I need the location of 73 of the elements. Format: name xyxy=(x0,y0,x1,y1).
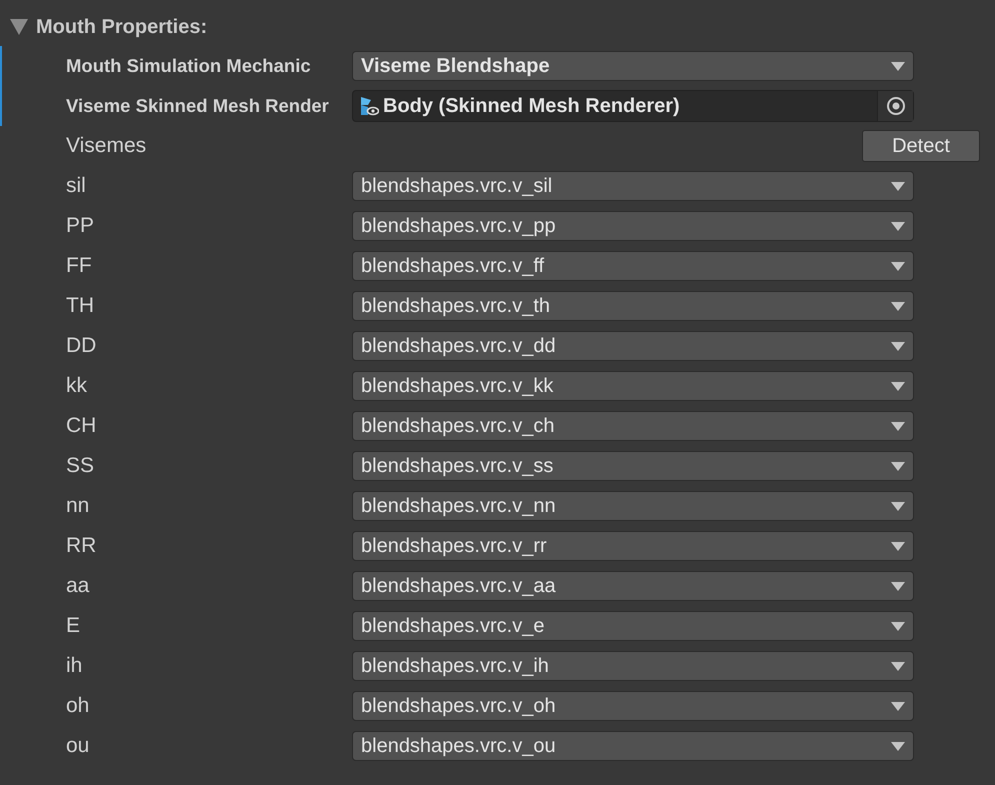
dropdown-value: blendshapes.vrc.v_kk xyxy=(361,374,554,399)
caret-icon xyxy=(891,262,905,270)
dropdown[interactable]: blendshapes.vrc.v_ch xyxy=(352,411,914,441)
dropdown[interactable]: blendshapes.vrc.v_oh xyxy=(352,691,914,721)
caret-icon xyxy=(891,622,905,630)
dropdown-value: Viseme Blendshape xyxy=(361,54,550,79)
dropdown-value: blendshapes.vrc.v_pp xyxy=(361,214,556,239)
caret-icon xyxy=(891,342,905,350)
dropdown-value: blendshapes.vrc.v_ff xyxy=(361,254,544,279)
dropdown[interactable]: blendshapes.vrc.v_ff xyxy=(352,251,914,281)
dropdown-value: blendshapes.vrc.v_nn xyxy=(361,494,556,519)
dropdown-value: blendshapes.vrc.v_dd xyxy=(361,334,556,359)
dropdown-value: blendshapes.vrc.v_ou xyxy=(361,734,556,759)
dropdown[interactable]: blendshapes.vrc.v_nn xyxy=(352,491,914,521)
caret-icon xyxy=(891,62,905,70)
object-value: Body (Skinned Mesh Renderer) xyxy=(383,94,680,119)
dropdown[interactable]: blendshapes.vrc.v_ou xyxy=(352,731,914,761)
viseme-label: ou xyxy=(65,733,90,760)
dropdown[interactable]: blendshapes.vrc.v_dd xyxy=(352,331,914,361)
dropdown-value: blendshapes.vrc.v_ss xyxy=(361,454,554,479)
section-title: Mouth Properties: xyxy=(36,15,208,40)
object-picker-icon[interactable] xyxy=(886,96,906,116)
caret-icon xyxy=(891,662,905,670)
dropdown[interactable]: blendshapes.vrc.v_sil xyxy=(352,171,914,201)
caret-icon xyxy=(891,222,905,230)
dropdown[interactable]: blendshapes.vrc.v_th xyxy=(352,291,914,321)
viseme-label: kk xyxy=(65,373,88,400)
viseme-label: CH xyxy=(65,413,98,440)
viseme-label: E xyxy=(65,613,82,640)
detect-button[interactable]: Detect xyxy=(862,130,980,162)
viseme-label: oh xyxy=(65,693,90,720)
caret-icon xyxy=(891,422,905,430)
caret-icon xyxy=(891,582,905,590)
viseme-label: FF xyxy=(65,253,93,280)
viseme-label: aa xyxy=(65,573,90,600)
caret-icon xyxy=(891,462,905,470)
dropdown-value: blendshapes.vrc.v_th xyxy=(361,294,550,319)
caret-icon xyxy=(891,302,905,310)
viseme-label: TH xyxy=(65,293,95,320)
dropdown[interactable]: blendshapes.vrc.v_ss xyxy=(352,451,914,481)
caret-icon xyxy=(891,542,905,550)
section-label: Visemes xyxy=(65,133,148,160)
viseme-label: RR xyxy=(65,533,98,560)
dropdown[interactable]: blendshapes.vrc.v_ih xyxy=(352,651,914,681)
dropdown[interactable]: blendshapes.vrc.v_e xyxy=(352,611,914,641)
dropdown-value: blendshapes.vrc.v_ch xyxy=(361,414,554,439)
mesh-renderer-icon xyxy=(359,95,379,117)
dropdown-value: blendshapes.vrc.v_sil xyxy=(361,174,552,199)
dropdown[interactable]: blendshapes.vrc.v_aa xyxy=(352,571,914,601)
dropdown[interactable]: Viseme Blendshape xyxy=(352,51,914,81)
viseme-label: PP xyxy=(65,213,96,240)
object-field[interactable]: Body (Skinned Mesh Renderer) xyxy=(352,90,914,122)
caret-icon xyxy=(891,182,905,190)
property-label: Viseme Skinned Mesh Render xyxy=(65,94,330,118)
caret-icon xyxy=(891,742,905,750)
viseme-label: nn xyxy=(65,493,90,520)
caret-icon xyxy=(891,382,905,390)
dropdown[interactable]: blendshapes.vrc.v_kk xyxy=(352,371,914,401)
viseme-label: SS xyxy=(65,453,96,480)
viseme-label: DD xyxy=(65,333,98,360)
dropdown-value: blendshapes.vrc.v_ih xyxy=(361,654,549,679)
dropdown[interactable]: blendshapes.vrc.v_rr xyxy=(352,531,914,561)
property-label: Mouth Simulation Mechanic xyxy=(65,54,312,78)
dropdown-value: blendshapes.vrc.v_aa xyxy=(361,574,556,599)
caret-icon xyxy=(891,702,905,710)
caret-icon xyxy=(891,502,905,510)
viseme-label: ih xyxy=(65,653,84,680)
foldout-arrow-icon[interactable] xyxy=(10,19,28,35)
dropdown-value: blendshapes.vrc.v_oh xyxy=(361,694,556,719)
dropdown[interactable]: blendshapes.vrc.v_pp xyxy=(352,211,914,241)
dropdown-value: blendshapes.vrc.v_e xyxy=(361,614,544,639)
dropdown-value: blendshapes.vrc.v_rr xyxy=(361,534,547,559)
viseme-label: sil xyxy=(65,173,87,200)
